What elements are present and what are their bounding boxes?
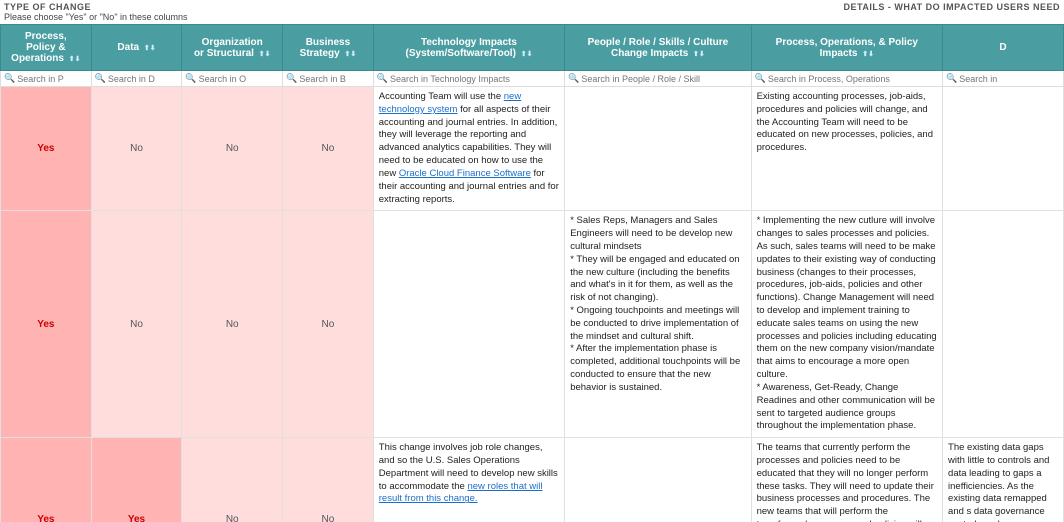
search-icon-people: 🔍 <box>568 73 579 84</box>
col-header-tech: Technology Impacts(System/Software/Tool)… <box>373 25 564 71</box>
col-header-people: People / Role / Skills / CultureChange I… <box>565 25 751 71</box>
cell-d <box>943 87 1064 211</box>
cell-tech: This change involves job role changes, a… <box>373 438 564 522</box>
cell-process: Yes <box>1 438 92 522</box>
search-input-people[interactable] <box>581 74 747 84</box>
col-header-org-label: Organizationor Structural <box>194 37 263 59</box>
table-row: YesNoNoNoAccounting Team will use the ne… <box>1 87 1064 211</box>
cell-procops: * Implementing the new cutlure will invo… <box>751 211 942 438</box>
search-icon-process: 🔍 <box>4 73 15 84</box>
cell-data: No <box>91 211 182 438</box>
col-header-data: Data ⬆⬇ <box>91 25 182 71</box>
col-header-data-label: Data <box>117 42 139 53</box>
col-header-process: Process,Policy &Operations ⬆⬇ <box>1 25 92 71</box>
cell-people: * Sales Reps, Managers and Sales Enginee… <box>565 211 751 438</box>
search-cell-biz: 🔍 <box>283 71 374 87</box>
cell-biz: No <box>283 438 374 522</box>
col-header-tech-label: Technology Impacts(System/Software/Tool) <box>406 37 517 59</box>
col-header-people-label: People / Role / Skills / CultureChange I… <box>588 37 729 59</box>
cell-process: Yes <box>1 87 92 211</box>
page-wrapper: TYPE OF CHANGE Please choose "Yes" or "N… <box>0 0 1064 522</box>
cell-people <box>565 87 751 211</box>
type-of-change-label: TYPE OF CHANGE <box>4 2 188 12</box>
search-cell-d: 🔍 <box>943 71 1064 87</box>
cell-process: Yes <box>1 211 92 438</box>
main-table: Process,Policy &Operations ⬆⬇ Data ⬆⬇ Or… <box>0 24 1064 522</box>
cell-org: No <box>182 87 283 211</box>
search-row: 🔍 🔍 🔍 <box>1 71 1064 87</box>
col-header-procops-label: Process, Operations, & PolicyImpacts <box>776 37 918 59</box>
col-header-biz: BusinessStrategy ⬆⬇ <box>283 25 374 71</box>
table-row: YesNoNoNo* Sales Reps, Managers and Sale… <box>1 211 1064 438</box>
cell-procops: Existing accounting processes, job-aids,… <box>751 87 942 211</box>
sort-icon-data[interactable]: ⬆⬇ <box>144 44 156 52</box>
search-icon-data: 🔍 <box>95 73 106 84</box>
table-container[interactable]: Process,Policy &Operations ⬆⬇ Data ⬆⬇ Or… <box>0 24 1064 522</box>
col-header-d: D <box>943 25 1064 71</box>
search-icon-d: 🔍 <box>946 73 957 84</box>
sort-icon-procops[interactable]: ⬆⬇ <box>862 50 874 58</box>
cell-data: Yes <box>91 438 182 522</box>
cell-people <box>565 438 751 522</box>
col-header-d-label: D <box>999 42 1006 53</box>
column-headers-row: Process,Policy &Operations ⬆⬇ Data ⬆⬇ Or… <box>1 25 1064 71</box>
cell-data: No <box>91 87 182 211</box>
search-icon-org: 🔍 <box>185 73 196 84</box>
table-row: YesYesNoNoThis change involves job role … <box>1 438 1064 522</box>
top-label-left: TYPE OF CHANGE Please choose "Yes" or "N… <box>4 2 188 22</box>
col-header-biz-label: BusinessStrategy <box>300 37 351 59</box>
sort-icon-process[interactable]: ⬆⬇ <box>69 55 81 63</box>
type-of-change-sublabel: Please choose "Yes" or "No" in these col… <box>4 12 188 22</box>
search-input-process[interactable] <box>17 74 87 84</box>
sort-icon-people[interactable]: ⬆⬇ <box>693 50 705 58</box>
cell-procops: The teams that currently perform the pro… <box>751 438 942 522</box>
top-labels: TYPE OF CHANGE Please choose "Yes" or "N… <box>0 0 1064 24</box>
search-cell-people: 🔍 <box>565 71 751 87</box>
search-icon-procops: 🔍 <box>755 73 766 84</box>
search-cell-process: 🔍 <box>1 71 92 87</box>
col-header-org: Organizationor Structural ⬆⬇ <box>182 25 283 71</box>
cell-d: The existing data gaps with little to co… <box>943 438 1064 522</box>
sort-icon-tech[interactable]: ⬆⬇ <box>521 50 533 58</box>
cell-d <box>943 211 1064 438</box>
sort-icon-biz[interactable]: ⬆⬇ <box>344 50 356 58</box>
cell-org: No <box>182 438 283 522</box>
cell-org: No <box>182 211 283 438</box>
search-input-biz[interactable] <box>299 74 369 84</box>
search-cell-tech: 🔍 <box>373 71 564 87</box>
search-input-data[interactable] <box>108 74 178 84</box>
search-input-tech[interactable] <box>390 74 561 84</box>
col-header-process-label: Process,Policy &Operations <box>11 31 67 64</box>
search-cell-data: 🔍 <box>91 71 182 87</box>
search-cell-org: 🔍 <box>182 71 283 87</box>
search-input-procops[interactable] <box>768 74 939 84</box>
details-label: DETAILS - WHAT DO IMPACTED USERS NEED <box>188 2 1060 22</box>
sort-icon-org[interactable]: ⬆⬇ <box>259 50 271 58</box>
search-icon-tech: 🔍 <box>377 73 388 84</box>
cell-biz: No <box>283 211 374 438</box>
table-body: YesNoNoNoAccounting Team will use the ne… <box>1 87 1064 522</box>
col-header-procops: Process, Operations, & PolicyImpacts ⬆⬇ <box>751 25 942 71</box>
cell-biz: No <box>283 87 374 211</box>
search-input-org[interactable] <box>199 74 280 84</box>
search-icon-biz: 🔍 <box>286 73 297 84</box>
search-cell-procops: 🔍 <box>751 71 942 87</box>
cell-tech: Accounting Team will use the new technol… <box>373 87 564 211</box>
search-input-d[interactable] <box>959 74 1060 84</box>
cell-tech <box>373 211 564 438</box>
